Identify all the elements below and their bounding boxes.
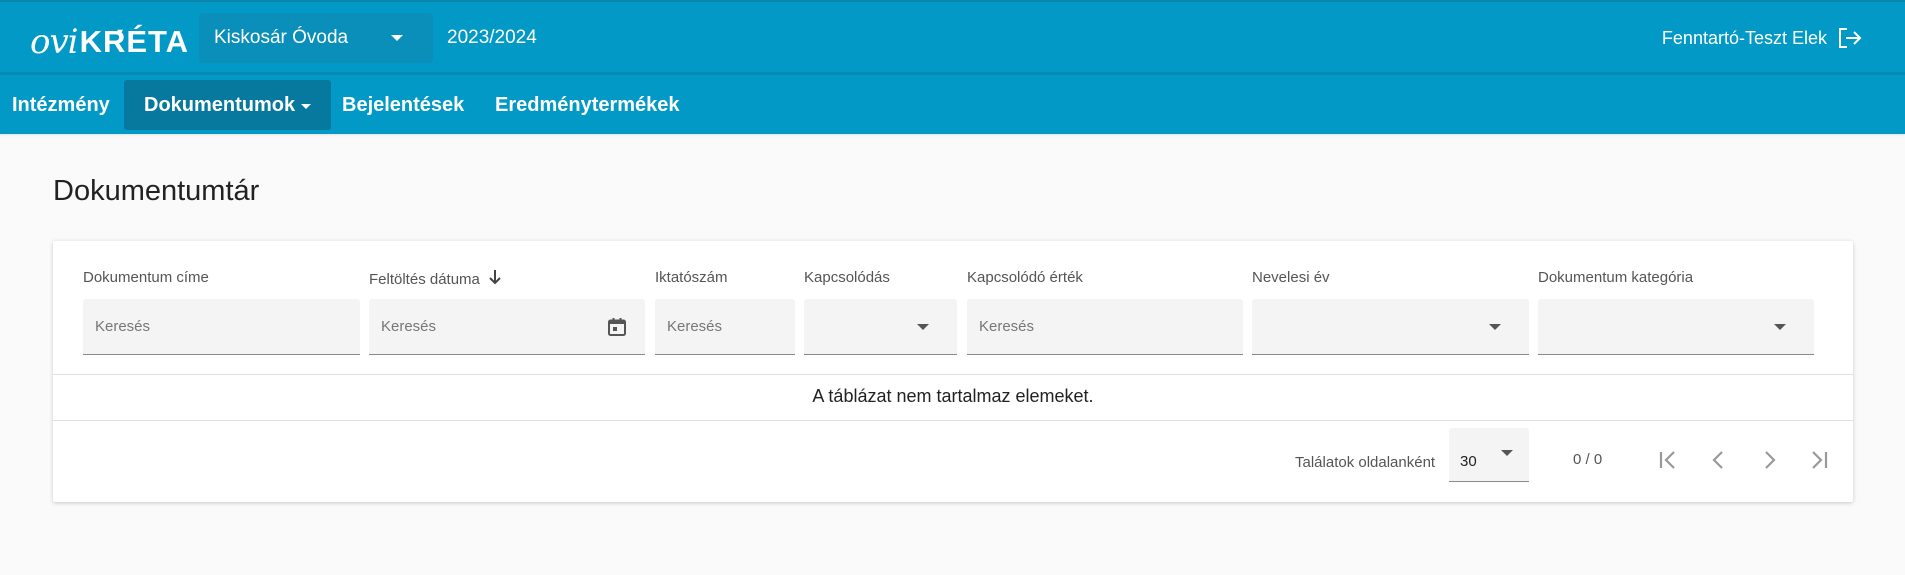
- column-label: Dokumentum címe: [83, 269, 209, 286]
- logo-kreta-text: KRÉTA ▾: [80, 22, 189, 62]
- dropdown-arrow-icon: [917, 324, 929, 330]
- column-header-school-year[interactable]: Nevelesi év: [1252, 269, 1330, 286]
- column-label: Nevelesi év: [1252, 269, 1330, 286]
- logo-ticks-icon: ▾: [117, 27, 123, 38]
- next-page-icon[interactable]: [1749, 440, 1789, 480]
- sort-arrow-down-icon[interactable]: [488, 269, 502, 289]
- school-year-filter-select[interactable]: [1252, 299, 1529, 355]
- last-page-icon[interactable]: [1799, 440, 1839, 480]
- dropdown-arrow-icon: [1501, 450, 1513, 456]
- column-header-category[interactable]: Dokumentum kategória: [1538, 269, 1693, 286]
- rows-per-page-label: Találatok oldalanként: [1295, 454, 1436, 471]
- column-header-title[interactable]: Dokumentum címe: [83, 269, 209, 286]
- logout-icon[interactable]: [1837, 26, 1863, 50]
- dropdown-arrow-icon: [1774, 324, 1786, 330]
- logo-ovi-text: ovi: [30, 22, 79, 62]
- main-nav: Intézmény Dokumentumok Bejelentések Ered…: [0, 72, 1905, 134]
- column-header-relation[interactable]: Kapcsolódás: [804, 269, 890, 286]
- divider: [53, 374, 1853, 375]
- user-menu[interactable]: Fenntartó-Teszt Elek: [1662, 26, 1863, 50]
- filter-placeholder: Keresés: [381, 318, 437, 335]
- nav-item-label: Bejelentések: [342, 93, 465, 116]
- school-select[interactable]: Kiskosár Óvoda: [199, 13, 433, 63]
- nav-item-eredmenytermekek[interactable]: Eredménytermékek: [495, 80, 680, 130]
- nav-item-label: Intézmény: [12, 93, 110, 116]
- column-header-upload-date[interactable]: Feltöltés dátuma: [369, 269, 502, 289]
- rows-per-page-select[interactable]: 30: [1449, 428, 1529, 482]
- empty-table-message: A táblázat nem tartalmaz elemeket.: [812, 386, 1094, 406]
- column-header-registry-number[interactable]: Iktatószám: [655, 269, 728, 286]
- top-bar: ovi KRÉTA ▾ Kiskosár Óvoda 2023/2024 Fenn…: [0, 0, 1905, 72]
- first-page-icon[interactable]: [1648, 440, 1688, 480]
- upload-date-filter-input[interactable]: Keresés: [369, 299, 645, 355]
- nav-item-label: Dokumentumok: [144, 93, 296, 116]
- filter-placeholder: Keresés: [95, 318, 151, 335]
- rows-per-page-value: 30: [1460, 453, 1477, 470]
- page-range: 0 / 0: [1573, 451, 1603, 468]
- previous-page-icon[interactable]: [1699, 440, 1739, 480]
- divider: [53, 420, 1853, 421]
- document-table: Dokumentum címe Keresés Feltöltés dátuma…: [53, 241, 1853, 502]
- related-value-filter-input[interactable]: Keresés: [967, 299, 1243, 355]
- logo-kreta-word: KRÉTA: [79, 24, 190, 59]
- column-label: Iktatószám: [655, 269, 728, 286]
- nav-item-bejelentesek[interactable]: Bejelentések: [342, 80, 464, 130]
- column-label: Dokumentum kategória: [1538, 269, 1694, 286]
- filter-placeholder: Keresés: [979, 318, 1035, 335]
- column-label: Kapcsolódás: [804, 269, 890, 286]
- calendar-icon[interactable]: [607, 317, 627, 342]
- column-label: Kapcsolódó érték: [967, 269, 1083, 286]
- nav-item-label: Eredménytermékek: [495, 93, 680, 116]
- column-header-related-value[interactable]: Kapcsolódó érték: [967, 269, 1083, 286]
- user-name: Fenntartó-Teszt Elek: [1661, 27, 1827, 48]
- registry-number-filter-input[interactable]: Keresés: [655, 299, 795, 355]
- category-filter-select[interactable]: [1538, 299, 1814, 355]
- column-label: Feltöltés dátuma: [369, 270, 480, 288]
- page-title: Dokumentumtár: [53, 175, 260, 207]
- school-select-value: Kiskosár Óvoda: [214, 27, 349, 48]
- nav-item-intezmeny[interactable]: Intézmény: [12, 80, 110, 130]
- filter-placeholder: Keresés: [667, 318, 723, 335]
- nav-item-dokumentumok[interactable]: Dokumentumok: [124, 80, 332, 130]
- dropdown-arrow-icon: [1489, 324, 1501, 330]
- app-logo[interactable]: ovi KRÉTA ▾: [30, 16, 189, 62]
- chevron-down-icon: [391, 35, 403, 41]
- title-filter-input[interactable]: Keresés: [83, 299, 360, 355]
- caret-down-icon: [301, 103, 312, 109]
- school-year: 2023/2024: [447, 27, 537, 48]
- relation-filter-select[interactable]: [804, 299, 957, 355]
